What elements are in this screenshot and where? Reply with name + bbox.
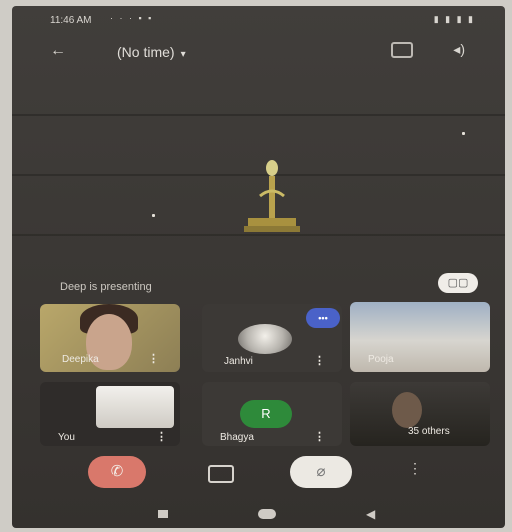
end-call-button[interactable]: ✆ <box>88 456 146 488</box>
meeting-title[interactable]: (No time) ▾ <box>117 44 186 60</box>
status-bar: 11:46 AM · · · ▪ ▪ ▮ ▮ ▮ ▮ <box>12 6 505 32</box>
speck <box>152 214 155 217</box>
speaking-badge: ••• <box>306 308 340 328</box>
participant-name: Bhagya <box>220 432 254 443</box>
system-nav-bar: ◀ <box>12 502 505 528</box>
speaker-icon[interactable]: ◂) <box>453 41 465 58</box>
participant-name: Janhvi <box>224 356 253 367</box>
shared-screen <box>12 74 505 274</box>
back-arrow-icon[interactable]: ← <box>50 42 66 60</box>
others-count: 35 others <box>408 426 450 437</box>
participant-name: Deepika <box>62 354 99 365</box>
camera-switch-icon[interactable] <box>391 42 413 58</box>
signal-battery-icons: ▮ ▮ ▮ ▮ <box>433 14 475 24</box>
grid-icon: ▢▢ <box>447 277 469 289</box>
more-options-icon[interactable]: ⋮ <box>408 460 422 477</box>
more-vert-icon[interactable]: ⋮ <box>156 430 167 443</box>
call-header: ← (No time) ▾ ◂) <box>12 36 505 66</box>
nav-back-icon[interactable]: ◀ <box>366 507 375 521</box>
phone-icon: ✆ <box>110 463 124 480</box>
participant-tile-deepika[interactable]: Deepika ⋮ <box>40 304 180 372</box>
participant-face <box>392 392 422 428</box>
participant-tile-you[interactable]: You ⋮ <box>40 382 180 446</box>
notification-icons: · · · ▪ ▪ <box>110 13 154 23</box>
trophy-image <box>244 160 300 232</box>
self-camera-preview <box>96 386 174 428</box>
call-controls: ✆ ⌀ ⋮ <box>12 454 505 500</box>
speck <box>462 132 465 135</box>
more-vert-icon[interactable]: ⋮ <box>314 354 325 367</box>
mic-toggle-button[interactable]: ⌀ <box>290 456 352 488</box>
phone-screen: 11:46 AM · · · ▪ ▪ ▮ ▮ ▮ ▮ ← (No time) ▾ … <box>12 6 505 528</box>
participant-tile-others[interactable]: 35 others <box>350 382 490 446</box>
participant-name: You <box>58 432 75 443</box>
avatar <box>238 324 292 354</box>
meeting-title-text: (No time) <box>117 44 175 60</box>
participant-tile-janhvi[interactable]: ••• Janhvi ⋮ <box>202 304 342 372</box>
home-icon[interactable] <box>258 509 276 519</box>
status-time: 11:46 AM <box>50 15 92 26</box>
participant-name: Pooja <box>368 354 394 365</box>
more-vert-icon[interactable]: ⋮ <box>314 430 325 443</box>
mic-off-icon: ⌀ <box>316 463 326 480</box>
presenting-label: Deep is presenting <box>60 281 152 293</box>
participant-tile-pooja[interactable]: Pooja <box>350 302 490 372</box>
recent-apps-icon[interactable] <box>158 510 168 518</box>
participant-tile-bhagya[interactable]: R Bhagya ⋮ <box>202 382 342 446</box>
chevron-down-icon: ▾ <box>180 49 186 60</box>
video-toggle-icon[interactable] <box>208 465 234 483</box>
scan-line <box>12 114 505 116</box>
layout-toggle-button[interactable]: ▢▢ <box>438 273 478 293</box>
more-vert-icon[interactable]: ⋮ <box>148 352 159 365</box>
avatar: R <box>240 400 292 428</box>
